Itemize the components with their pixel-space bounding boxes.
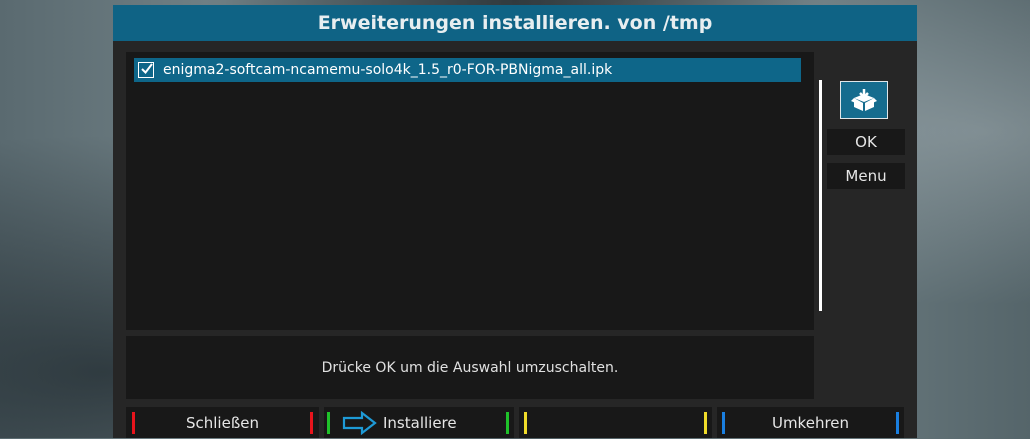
red-key-marker <box>132 412 135 434</box>
arrow-right-icon <box>342 410 378 439</box>
red-key-marker <box>310 412 313 434</box>
install-button-label: Installiere <box>383 413 457 432</box>
package-box-icon <box>840 81 888 119</box>
hint-text: Drücke OK um die Auswahl umzuschalten. <box>126 336 814 399</box>
green-key-marker <box>506 412 509 434</box>
ok-button[interactable]: OK <box>827 129 905 155</box>
green-key-marker <box>327 412 330 434</box>
install-extensions-dialog: Erweiterungen installieren. von /tmp eni… <box>113 5 917 438</box>
yellow-key-marker <box>704 412 707 434</box>
color-button-bar: Schließen Installiere Umkehren <box>126 407 904 438</box>
package-filename: enigma2-softcam-ncamemu-solo4k_1.5_r0-FO… <box>163 62 613 78</box>
close-button[interactable]: Schließen <box>126 407 319 438</box>
install-button[interactable]: Installiere <box>324 407 514 438</box>
close-button-label: Schließen <box>185 413 260 432</box>
menu-button[interactable]: Menu <box>827 163 905 189</box>
window-title: Erweiterungen installieren. von /tmp <box>113 5 917 41</box>
invert-button[interactable]: Umkehren <box>717 407 904 438</box>
blue-key-marker <box>896 412 899 434</box>
yellow-button[interactable] <box>519 407 712 438</box>
invert-button-label: Umkehren <box>771 413 850 432</box>
list-item[interactable]: enigma2-softcam-ncamemu-solo4k_1.5_r0-FO… <box>134 58 801 82</box>
scrollbar[interactable] <box>819 80 822 311</box>
checkbox-checked-icon[interactable] <box>138 62 154 78</box>
package-list[interactable]: enigma2-softcam-ncamemu-solo4k_1.5_r0-FO… <box>126 52 822 330</box>
yellow-key-marker <box>524 412 527 434</box>
blue-key-marker <box>722 412 725 434</box>
